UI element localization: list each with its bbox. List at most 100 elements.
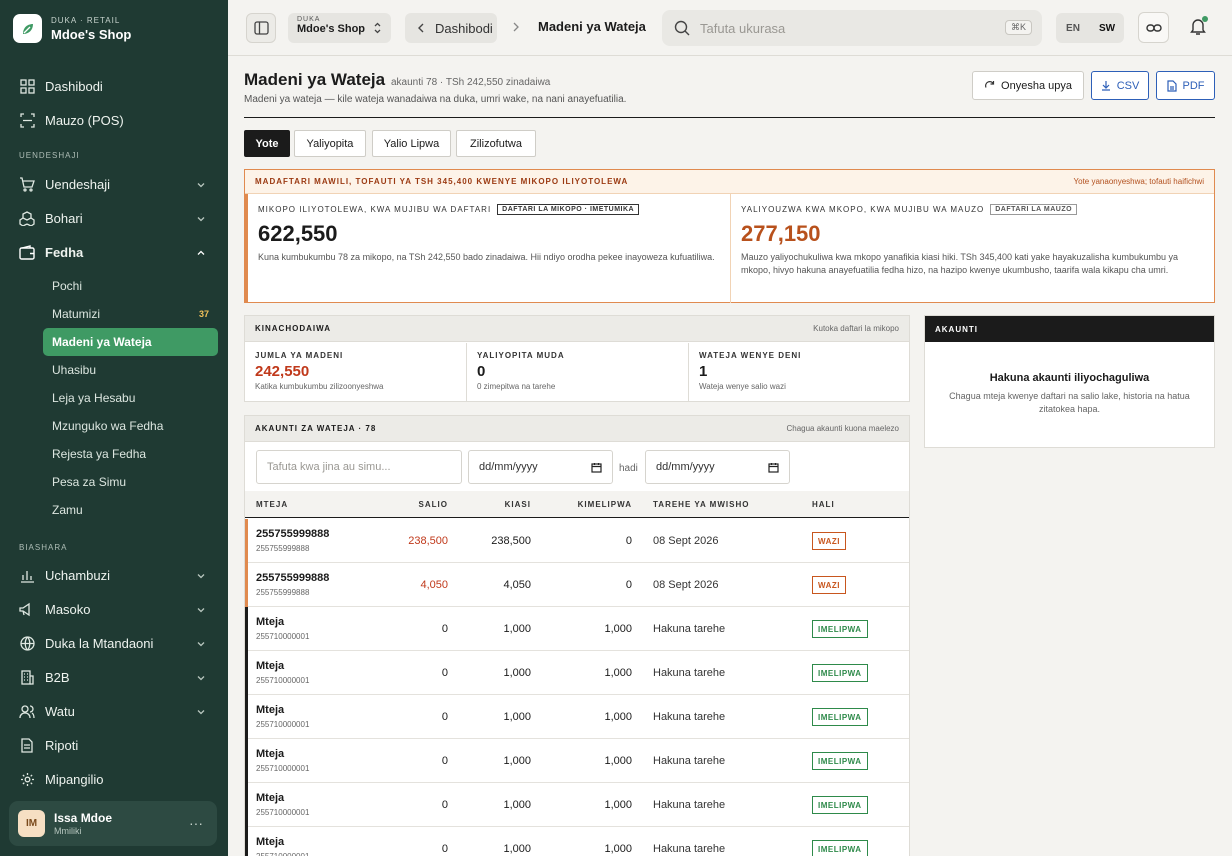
- date-from-field[interactable]: dd/mm/yyyy: [468, 450, 613, 484]
- calendar-icon[interactable]: [768, 462, 779, 473]
- more-options-icon[interactable]: ···: [189, 815, 203, 831]
- nav-online-store[interactable]: Duka la Mtandaoni: [10, 626, 218, 660]
- sub-item-madeni-ya-wateja[interactable]: Madeni ya Wateja: [43, 328, 218, 356]
- sub-item-label: Mzunguko wa Fedha: [52, 419, 164, 433]
- sub-item-zamu[interactable]: Zamu: [43, 496, 218, 524]
- col-header-due-date[interactable]: TAREHE YA MWISHO: [653, 500, 749, 509]
- loans-ledger-column: MIKOPO ILIYOTOLEWA, KWA MUJIBU WA DAFTAR…: [245, 194, 731, 303]
- refresh-button[interactable]: Onyesha upya: [972, 71, 1084, 100]
- customer-name: 255755999888: [256, 572, 330, 584]
- refresh-label: Onyesha upya: [1001, 79, 1072, 92]
- col-header-paid[interactable]: KIMELIPWA: [578, 500, 632, 509]
- customer-name: 255755999888: [256, 528, 330, 540]
- scan-icon: [19, 112, 35, 128]
- lang-sw[interactable]: SW: [1090, 13, 1124, 43]
- customer-phone: 255710000001: [256, 632, 310, 641]
- col-header-balance[interactable]: SALIO: [419, 500, 448, 509]
- col-header-customer[interactable]: MTEJA: [256, 500, 288, 509]
- sidebar: DUKA · RETAIL Mdoe's Shop Dashibodi Mauz…: [0, 0, 228, 856]
- nav-people[interactable]: Watu: [10, 694, 218, 728]
- user-card[interactable]: IM Issa Mdoe Mmiliki ···: [9, 801, 217, 846]
- sub-item-leja[interactable]: Leja ya Hesabu: [43, 384, 218, 412]
- chevron-left-icon: [418, 23, 424, 33]
- breadcrumb-back[interactable]: Dashibodi: [405, 13, 497, 43]
- status-badge: IMELIPWA: [812, 620, 868, 638]
- filter-row: Tafuta kwa jina au simu... dd/mm/yyyy ha…: [245, 443, 909, 491]
- customer-name: Mteja: [256, 704, 285, 716]
- balance-cell: 0: [441, 623, 448, 635]
- status-badge: IMELIPWA: [812, 664, 868, 682]
- building-icon: [19, 669, 35, 685]
- cart-icon: [19, 176, 35, 192]
- sub-item-pochi[interactable]: Pochi: [43, 272, 218, 300]
- balance-cell: 4,050: [420, 579, 448, 591]
- section-label-operations: UENDESHAJI: [19, 151, 80, 160]
- customer-search-input[interactable]: Tafuta kwa jina au simu...: [256, 450, 462, 484]
- nav-b2b[interactable]: B2B: [10, 660, 218, 694]
- sub-item-label: Pesa za Simu: [52, 475, 127, 489]
- chevron-down-icon: [196, 637, 206, 652]
- tab-yalio-lipwa[interactable]: Yalio Lipwa: [372, 130, 451, 157]
- sub-item-matumizi[interactable]: Matumizi 37: [43, 300, 218, 328]
- table-row[interactable]: Mteja 255710000001 0 1,000 1,000 Hakuna tareh…: [245, 783, 909, 827]
- chevron-down-icon: [196, 671, 206, 686]
- toggle-sidebar-button[interactable]: [246, 13, 276, 43]
- amount-cell: 1,000: [503, 667, 531, 679]
- nav-pos[interactable]: Mauzo (POS): [10, 103, 218, 137]
- col-header-status[interactable]: HALI: [812, 500, 835, 509]
- language-switch[interactable]: EN SW: [1056, 13, 1124, 43]
- tab-yote[interactable]: Yote: [244, 130, 290, 157]
- row-status-bar: [245, 783, 248, 827]
- export-csv-button[interactable]: CSV: [1091, 71, 1149, 100]
- table-row[interactable]: Mteja 255710000001 0 1,000 1,000 Hakuna tareh…: [245, 651, 909, 695]
- accounts-note: Chagua akaunti kuona maelezo: [786, 424, 899, 433]
- col-header-amount[interactable]: KIASI: [505, 500, 531, 509]
- sub-item-rejesta[interactable]: Rejesta ya Fedha: [43, 440, 218, 468]
- search-input[interactable]: Tafuta ukurasa: [700, 21, 785, 36]
- chevron-down-icon: [196, 212, 206, 227]
- copy-link-button[interactable]: [1138, 12, 1169, 43]
- amount-cell: 1,000: [503, 623, 531, 635]
- accounts-title: AKAUNTI ZA WATEJA · 78: [255, 424, 377, 433]
- table-row[interactable]: 255755999888 255755999888 238,500 238,500 0 0…: [245, 519, 909, 563]
- table-row[interactable]: Mteja 255710000001 0 1,000 1,000 Hakuna tareh…: [245, 739, 909, 783]
- report-icon: [19, 737, 35, 753]
- nav-settings[interactable]: Mipangilio: [10, 762, 218, 796]
- alert-title: MADAFTARI MAWILI, TOFAUTI YA TSH 345,400…: [255, 177, 629, 186]
- lang-en[interactable]: EN: [1056, 13, 1090, 43]
- date-to-field[interactable]: dd/mm/yyyy: [645, 450, 790, 484]
- shop-selector[interactable]: DUKA Mdoe's Shop: [288, 13, 391, 43]
- ledger-mismatch-alert: MADAFTARI MAWILI, TOFAUTI YA TSH 345,400…: [244, 169, 1215, 303]
- nav-operations[interactable]: Uendeshaji: [10, 167, 218, 201]
- nav-label: Fedha: [45, 244, 84, 260]
- nav-label: Watu: [45, 703, 75, 719]
- sub-item-uhasibu[interactable]: Uhasibu: [43, 356, 218, 384]
- table-row[interactable]: Mteja 255710000001 0 1,000 1,000 Hakuna tareh…: [245, 607, 909, 651]
- nav-analytics[interactable]: Uchambuzi: [10, 558, 218, 592]
- nav-warehouse[interactable]: Bohari: [10, 201, 218, 235]
- brand[interactable]: DUKA · RETAIL Mdoe's Shop: [13, 14, 131, 43]
- nav-marketing[interactable]: Masoko: [10, 592, 218, 626]
- date-range-separator: hadi: [619, 463, 638, 474]
- calendar-icon[interactable]: [591, 462, 602, 473]
- stat-value: 1: [699, 363, 708, 380]
- paid-cell: 1,000: [604, 755, 632, 767]
- sub-item-mzunguko[interactable]: Mzunguko wa Fedha: [43, 412, 218, 440]
- paid-cell: 0: [625, 535, 632, 547]
- export-pdf-button[interactable]: PDF: [1156, 71, 1215, 100]
- paid-cell: 0: [625, 579, 632, 591]
- search-box[interactable]: Tafuta ukurasa ⌘K: [662, 10, 1042, 46]
- loans-value: 622,550: [258, 221, 338, 246]
- stat-overdue: YALIYOPITA MUDA 0 0 zimepitwa na tarehe: [467, 343, 689, 402]
- nav-reports[interactable]: Ripoti: [10, 728, 218, 762]
- table-row[interactable]: 255755999888 255755999888 4,050 4,050 0 08 Se…: [245, 563, 909, 607]
- table-row[interactable]: Mteja 255710000001 0 1,000 1,000 Hakuna tareh…: [245, 827, 909, 856]
- notifications-button[interactable]: [1188, 16, 1210, 38]
- table-row[interactable]: Mteja 255710000001 0 1,000 1,000 Hakuna tareh…: [245, 695, 909, 739]
- nav-finance[interactable]: Fedha: [10, 235, 218, 269]
- pdf-label: PDF: [1182, 79, 1205, 92]
- tab-yaliyopita[interactable]: Yaliyopita: [294, 130, 366, 157]
- nav-dashboard[interactable]: Dashibodi: [10, 69, 218, 103]
- tab-zilizofutwa[interactable]: Zilizofutwa: [456, 130, 536, 157]
- sub-item-pesa-za-simu[interactable]: Pesa za Simu: [43, 468, 218, 496]
